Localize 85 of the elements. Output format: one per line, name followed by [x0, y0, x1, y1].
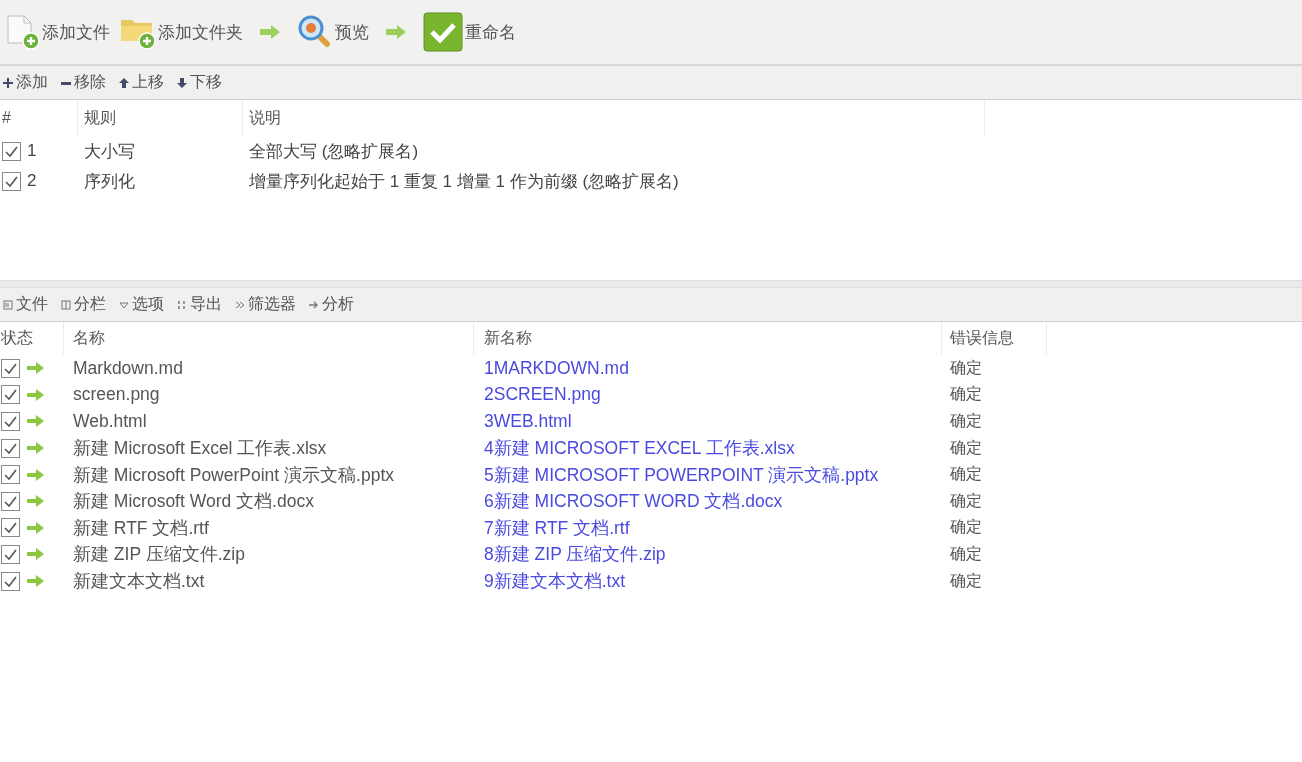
file-add-button[interactable]: 添加文件: [2, 12, 112, 52]
rule-name: 大小写: [83, 140, 136, 163]
column-header[interactable]: 错误信息: [942, 322, 1047, 355]
checkbox[interactable]: [1, 358, 20, 378]
file-name: 新建 Microsoft Word 文档.docx: [72, 490, 315, 514]
status-text: 确定: [949, 437, 983, 458]
magnifier-icon: [297, 14, 333, 50]
status-text: 确定: [949, 517, 983, 538]
file-name: 新建 RTF 文档.rtf: [72, 516, 210, 540]
plus-icon: [2, 76, 14, 89]
checkbox[interactable]: [1, 465, 20, 485]
arrow-icon: [26, 575, 44, 588]
checkbox[interactable]: [1, 571, 20, 591]
columns-button[interactable]: 分栏: [60, 294, 106, 315]
checkbox[interactable]: [1, 544, 20, 564]
dots-icon: [176, 298, 188, 311]
file-add-icon: [4, 14, 40, 50]
rule-number: 1: [27, 141, 37, 161]
down-arrow-icon: [176, 76, 188, 89]
analyze-button[interactable]: 分析: [308, 294, 354, 315]
checkbox[interactable]: [2, 141, 21, 161]
rule-description: 全部大写 (忽略扩展名): [248, 140, 420, 163]
arrow-icon: [26, 362, 44, 375]
new-file-name: 8新建 ZIP 压缩文件.zip: [483, 543, 667, 567]
checkbox[interactable]: [1, 438, 20, 458]
arrow-icon: [385, 24, 407, 40]
file-name: 新建 ZIP 压缩文件.zip: [72, 543, 246, 567]
new-file-name: 3WEB.html: [483, 411, 573, 432]
file-name: screen.png: [72, 384, 161, 406]
checkbox[interactable]: [1, 412, 20, 431]
up-arrow-icon: [118, 76, 130, 89]
file-name: Web.html: [72, 411, 148, 432]
up-button[interactable]: 上移: [118, 72, 164, 93]
file-name: Markdown.md: [72, 357, 184, 379]
list-icon: [2, 298, 14, 311]
file-name: 新建 Microsoft PowerPoint 演示文稿.pptx: [72, 463, 395, 487]
arrow-icon: [26, 521, 44, 534]
column-header[interactable]: 规则: [78, 100, 243, 136]
arrow-icon: [259, 24, 281, 40]
file-name: 新建 Microsoft Excel 工作表.xlsx: [72, 437, 328, 461]
new-file-name: 7新建 RTF 文档.rtf: [483, 516, 631, 540]
new-file-name: 1MARKDOWN.md: [483, 357, 630, 379]
checkbox[interactable]: [1, 491, 20, 511]
status-text: 确定: [949, 543, 983, 564]
filter-button[interactable]: 筛选器: [234, 294, 296, 315]
new-file-name: 5新建 MICROSOFT POWERPOINT 演示文稿.pptx: [483, 463, 880, 487]
rename-button[interactable]: 重命名: [421, 10, 518, 54]
arrow-icon: [26, 415, 44, 428]
arrow-icon: [26, 388, 44, 401]
arrow-icon: [26, 495, 44, 508]
export-button[interactable]: 导出: [176, 294, 222, 315]
new-file-name: 2SCREEN.png: [483, 384, 602, 406]
arrow-icon: [26, 442, 44, 455]
arrow-icon: [26, 468, 44, 481]
checkbox[interactable]: [1, 385, 20, 405]
arrow-icon: [26, 548, 44, 561]
checkbox[interactable]: [1, 518, 20, 538]
plus-button[interactable]: 添加: [2, 72, 48, 93]
minus-button[interactable]: 移除: [60, 72, 106, 93]
file-name: 新建文本文档.txt: [72, 570, 206, 594]
checkbox[interactable]: [2, 171, 21, 191]
column-header[interactable]: #: [0, 100, 78, 136]
column-header[interactable]: 名称: [64, 322, 474, 355]
rule-name: 序列化: [83, 170, 136, 193]
files-button[interactable]: 文件: [2, 294, 48, 315]
columns-icon: [60, 298, 72, 311]
rule-number: 2: [27, 171, 37, 191]
column-header[interactable]: 状态: [0, 322, 64, 355]
column-header[interactable]: 说明: [243, 100, 985, 136]
status-text: 确定: [949, 357, 983, 378]
status-text: 确定: [949, 384, 983, 405]
checkmark-icon: [423, 12, 463, 52]
preview-button[interactable]: 预览: [295, 12, 371, 52]
new-file-name: 6新建 MICROSOFT WORD 文档.docx: [483, 490, 784, 514]
folder-add-button[interactable]: 添加文件夹: [118, 12, 245, 52]
down-button[interactable]: 下移: [176, 72, 222, 93]
new-file-name: 9新建文本文档.txt: [483, 570, 627, 594]
status-text: 确定: [949, 464, 983, 485]
status-text: 确定: [949, 570, 983, 591]
column-header[interactable]: 新名称: [474, 322, 942, 355]
status-text: 确定: [949, 490, 983, 511]
status-text: 确定: [949, 411, 983, 431]
new-file-name: 4新建 MICROSOFT EXCEL 工作表.xlsx: [483, 437, 796, 461]
rule-description: 增量序列化起始于 1 重复 1 增量 1 作为前缀 (忽略扩展名): [248, 170, 680, 193]
options-button[interactable]: 选项: [118, 294, 164, 315]
